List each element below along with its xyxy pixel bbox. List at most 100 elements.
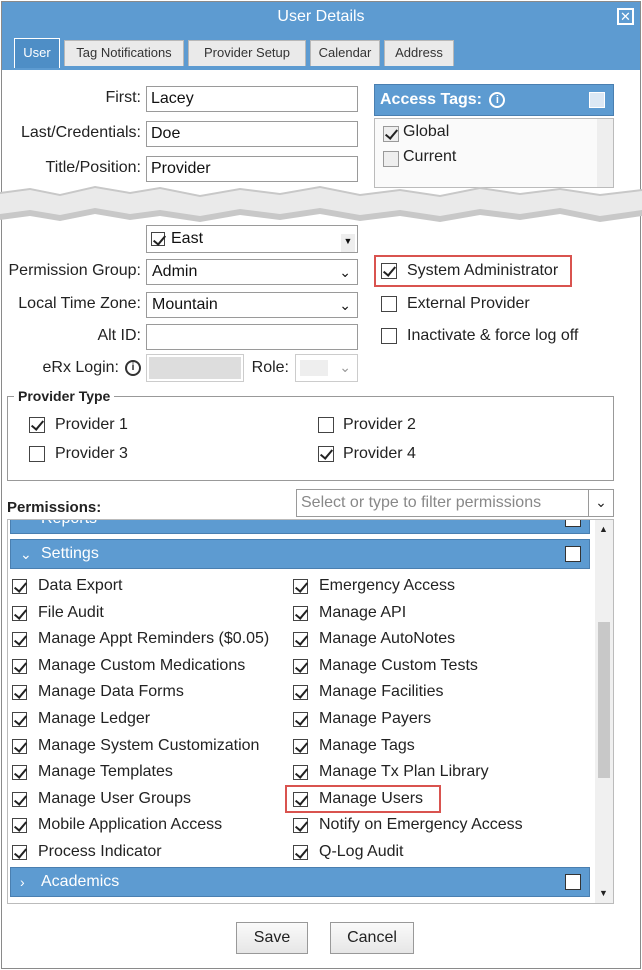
access-tags-title: Access Tags:	[380, 91, 482, 108]
timezone-value: Mountain	[152, 296, 218, 313]
scroll-up-icon[interactable]: ▲	[599, 524, 608, 534]
permissions-scrollbar[interactable]: ▲ ▼	[595, 520, 613, 903]
location-select[interactable]: East ▼	[146, 225, 358, 253]
permission-checkbox[interactable]	[293, 685, 308, 701]
group-label: Reports	[41, 520, 97, 527]
role-label: Role:	[251, 359, 289, 376]
external-provider-checkbox[interactable]	[381, 296, 397, 312]
provider-3-checkbox[interactable]	[29, 446, 45, 462]
permission-label: Emergency Access	[319, 577, 456, 594]
last-name-label: Last/Credentials:	[20, 124, 141, 141]
permission-group-academics[interactable]: › Academics	[10, 867, 590, 897]
tab-bar: User Tag Notifications Provider Setup Ca…	[2, 32, 640, 70]
permission-checkbox[interactable]	[293, 765, 308, 781]
system-admin-checkbox[interactable]	[381, 263, 397, 279]
chevron-down-icon: ⌄	[20, 546, 32, 562]
permission-checkbox[interactable]	[12, 791, 27, 807]
save-button[interactable]: Save	[236, 922, 308, 954]
permission-checkbox[interactable]	[12, 845, 27, 860]
cancel-button[interactable]: Cancel	[330, 922, 414, 954]
manage-users-highlight	[285, 785, 441, 813]
permission-label: File Audit	[38, 603, 104, 621]
permission-label: Manage Appt Reminders ($0.05)	[38, 630, 270, 648]
permission-checkbox[interactable]	[293, 818, 308, 834]
permission-checkbox[interactable]	[293, 632, 308, 648]
permission-checkbox[interactable]	[293, 738, 308, 754]
access-tag-checkbox[interactable]	[383, 126, 399, 142]
chevron-down-icon[interactable]: ⌄	[588, 489, 614, 517]
group-select-all-checkbox[interactable]	[565, 520, 581, 527]
permission-checkbox[interactable]	[12, 605, 27, 621]
permission-filter-input[interactable]: Select or type to filter permissions	[296, 489, 614, 517]
provider-1-label: Provider 1	[55, 416, 128, 433]
scrollbar-thumb[interactable]	[598, 622, 610, 778]
permissions-label: Permissions:	[7, 499, 102, 516]
permission-checkbox[interactable]	[293, 712, 308, 727]
chevron-down-icon: ⌄	[339, 264, 351, 280]
role-select[interactable]: ⌄	[295, 354, 358, 382]
info-icon[interactable]: i	[489, 91, 506, 108]
erx-login-label: eRx Login:	[42, 359, 120, 376]
permission-checkbox[interactable]	[12, 685, 27, 701]
erx-info-icon[interactable]: i	[125, 360, 141, 376]
tab-address[interactable]: Address	[384, 40, 454, 66]
close-icon[interactable]: ✕	[617, 8, 634, 25]
alt-id-field[interactable]	[146, 324, 358, 350]
inactivate-label: Inactivate & force log off	[407, 327, 579, 344]
group-select-all-checkbox[interactable]	[565, 546, 581, 562]
permission-checkbox[interactable]	[12, 765, 27, 781]
provider-4-checkbox[interactable]	[318, 446, 334, 462]
tab-tag-notifications[interactable]: Tag Notifications	[64, 40, 184, 66]
permission-label: Manage Tx Plan Library	[319, 763, 489, 781]
role-value-redacted	[300, 360, 328, 376]
permission-checkbox[interactable]	[12, 738, 27, 754]
inactivate-checkbox[interactable]	[381, 328, 397, 344]
tab-calendar[interactable]: Calendar	[310, 40, 380, 66]
permission-group-select[interactable]: Admin ⌄	[146, 259, 358, 285]
location-checkbox[interactable]	[151, 232, 165, 246]
permission-group-label: Permission Group:	[8, 262, 142, 279]
scroll-down-icon[interactable]: ▼	[341, 234, 355, 252]
permission-checkbox[interactable]	[12, 632, 27, 648]
permission-checkbox[interactable]	[12, 658, 27, 674]
erx-login-field[interactable]	[146, 354, 244, 382]
permission-checkbox[interactable]	[293, 605, 308, 621]
window-title: User Details	[277, 8, 365, 25]
alt-id-label: Alt ID:	[97, 327, 141, 344]
provider-1-checkbox[interactable]	[29, 417, 45, 433]
permission-checkbox[interactable]	[293, 579, 308, 594]
first-name-field[interactable]: Lacey	[146, 86, 358, 112]
erx-login-value-redacted	[149, 357, 241, 379]
permission-label: Manage API	[319, 603, 407, 621]
permission-label: Manage Payers	[319, 710, 432, 727]
group-select-all-checkbox[interactable]	[565, 874, 581, 890]
permission-checkbox[interactable]	[293, 845, 308, 860]
permission-label: Manage Tags	[319, 736, 415, 754]
group-label: Academics	[41, 873, 120, 890]
provider-3-label: Provider 3	[55, 445, 128, 462]
permission-label: Manage User Groups	[38, 789, 191, 807]
tab-user[interactable]: User	[14, 38, 60, 68]
permission-group-settings[interactable]: ⌄ Settings	[10, 539, 590, 569]
permission-label: Manage System Customization	[38, 736, 260, 754]
permission-group-reports[interactable]: Reports	[10, 520, 590, 534]
provider-2-label: Provider 2	[343, 416, 416, 433]
access-tag-label: Current	[403, 148, 457, 165]
chevron-down-icon: ⌄	[339, 297, 351, 313]
tab-provider-setup[interactable]: Provider Setup	[188, 40, 306, 66]
permission-label: Mobile Application Access	[38, 816, 223, 834]
permission-checkbox[interactable]	[293, 658, 308, 674]
permission-checkbox[interactable]	[12, 818, 27, 834]
timezone-select[interactable]: Mountain ⌄	[146, 292, 358, 318]
permission-checkbox[interactable]	[12, 712, 27, 727]
access-tag-checkbox[interactable]	[383, 151, 399, 167]
access-tags-select-all-checkbox[interactable]	[589, 92, 605, 108]
permission-label: Manage Ledger	[38, 710, 151, 727]
permission-checkbox[interactable]	[12, 579, 27, 594]
scroll-down-icon[interactable]: ▼	[599, 888, 608, 898]
first-name-label: First:	[105, 89, 141, 106]
permission-label: Q-Log Audit	[319, 843, 404, 860]
last-name-field[interactable]: Doe	[146, 121, 358, 147]
external-provider-label: External Provider	[407, 295, 530, 312]
provider-2-checkbox[interactable]	[318, 417, 334, 433]
